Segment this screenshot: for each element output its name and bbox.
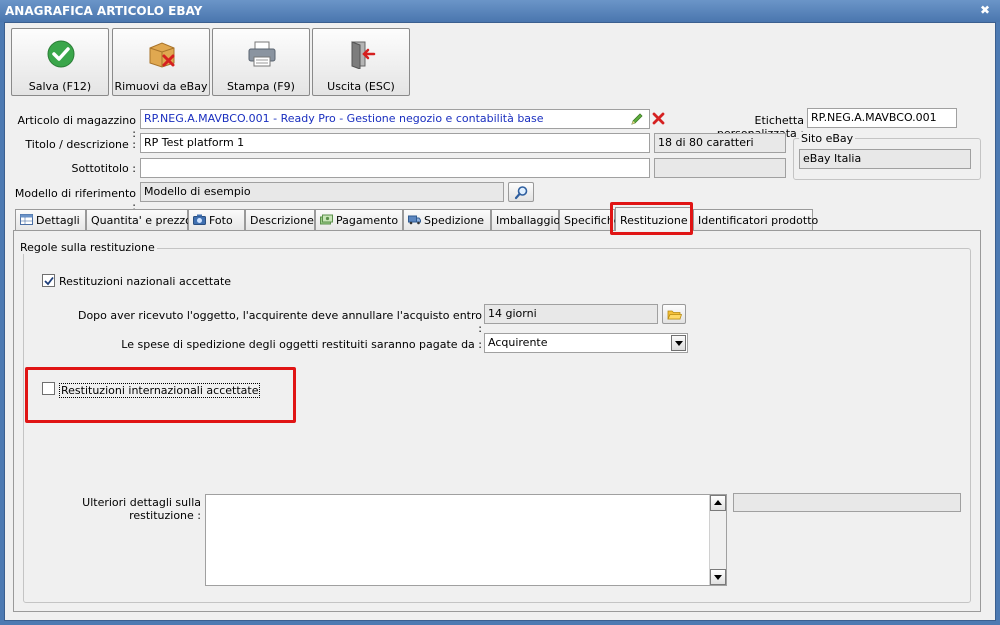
articolo-field[interactable]: RP.NEG.A.MAVBCO.001 - Ready Pro - Gestio… [140,109,650,129]
print-button[interactable]: Stampa (F9) [212,28,310,96]
entro-select-button[interactable] [662,304,686,324]
titolo-counter: 18 di 80 caratteri [654,133,786,153]
save-button-label: Salva (F12) [28,80,92,93]
entro-field: 14 giorni [484,304,658,324]
tab-label: Foto [209,214,233,227]
tab-spedizione[interactable]: Spedizione [403,209,491,231]
tab-specifiche[interactable]: Specifiche [559,209,621,231]
chevron-down-icon[interactable] [671,335,686,351]
pencil-icon[interactable] [630,112,644,126]
exit-button-label: Uscita (ESC) [327,80,395,93]
tab-descrizione[interactable]: Descrizione [245,209,315,231]
nazionali-label: Restituzioni nazionali accettate [59,275,232,288]
spese-label: Le spese di spedizione degli oggetti res… [121,338,482,351]
camera-icon [193,214,206,225]
tab-highlight-box [610,202,693,235]
entro-value: 14 giorni [488,307,537,320]
tab-label: Pagamento [336,214,399,227]
regole-group-label: Regole sulla restituzione [18,241,157,254]
tab-foto[interactable]: Foto [188,209,245,231]
ulteriori-scrollbar[interactable] [709,495,726,585]
ulteriori-counter [733,493,961,512]
scroll-up-icon[interactable] [710,495,726,511]
exit-door-icon [351,41,376,69]
tab-pagamento[interactable]: Pagamento [315,209,403,231]
search-icon [514,186,528,200]
scroll-down-icon[interactable] [710,569,726,585]
tab-identificatori-prodotto[interactable]: Identificatori prodotto [693,209,818,231]
tab-label: Spedizione [424,214,485,227]
clear-icon[interactable] [652,112,665,125]
printer-icon [248,41,276,67]
folder-icon [667,310,682,320]
titolo-field[interactable]: RP Test platform 1 [140,133,650,153]
client-area: Salva (F12) Rimuovi da eBay Stampa (F9) [4,22,996,621]
sottotitolo-counter [654,158,786,178]
modello-value: Modello di esempio [144,185,251,198]
tab-label: Imballaggio [496,214,561,227]
tab-label: Identificatori prodotto [698,214,819,227]
remove-from-ebay-button[interactable]: Rimuovi da eBay [112,28,210,96]
sito-ebay-label: Sito eBay [799,132,856,145]
print-button-label: Stampa (F9) [227,80,295,93]
nazionali-checkbox[interactable] [42,274,55,287]
internazionali-highlight-box [25,367,296,423]
spese-combo[interactable]: Acquirente [484,333,688,353]
tab-label: Quantita' e prezzo [91,214,192,227]
tab-dettagli[interactable]: Dettagli [15,209,86,231]
sottotitolo-label: Sottotitolo : [71,162,136,175]
ulteriori-label: Ulteriori dettagli sulla restituzione : [82,496,201,522]
remove-button-label: Rimuovi da eBay [114,80,208,93]
entro-label: Dopo aver ricevuto l'oggetto, l'acquiren… [77,309,482,335]
sito-ebay-value: eBay Italia [803,152,862,165]
articolo-label: Articolo di magazzino : [17,114,137,140]
tab-label: Descrizione [250,214,314,227]
tab-quantita-prezzo[interactable]: Quantita' e prezzo [86,209,192,231]
modello-search-button[interactable] [508,182,534,202]
restituzione-panel: Regole sulla restituzione Restituzioni n… [13,230,981,612]
checkmark-icon [44,276,54,286]
modello-field: Modello di esempio [140,182,504,202]
titolo-label: Titolo / descrizione : [25,138,136,151]
save-button[interactable]: Salva (F12) [11,28,109,96]
articolo-value: RP.NEG.A.MAVBCO.001 - Ready Pro - Gestio… [144,112,544,125]
check-circle-icon [47,40,75,68]
tab-strip: Dettagli Quantita' e prezzo Foto Descriz… [15,207,818,231]
tab-label: Dettagli [36,214,80,227]
titolo-value: RP Test platform 1 [144,136,245,149]
box-delete-icon [149,42,175,68]
window-titlebar: ANAGRAFICA ARTICOLO EBAY ✖ [0,0,1000,22]
truck-icon [408,215,421,225]
sito-ebay-field: eBay Italia [799,149,971,169]
money-icon [320,214,333,225]
spese-value: Acquirente [488,336,548,349]
etichetta-value: RP.NEG.A.MAVBCO.001 [811,111,937,124]
window-title: ANAGRAFICA ARTICOLO EBAY [5,4,203,18]
sottotitolo-field[interactable] [140,158,650,178]
app-window: ANAGRAFICA ARTICOLO EBAY ✖ Salva (F12) R… [0,0,1000,625]
titolo-counter-text: 18 di 80 caratteri [658,136,754,149]
ulteriori-textarea[interactable] [205,494,727,586]
tab-imballaggio[interactable]: Imballaggio [491,209,561,231]
close-icon[interactable]: ✖ [978,3,992,17]
etichetta-field[interactable]: RP.NEG.A.MAVBCO.001 [807,108,957,128]
table-icon [20,214,33,225]
exit-button[interactable]: Uscita (ESC) [312,28,410,96]
